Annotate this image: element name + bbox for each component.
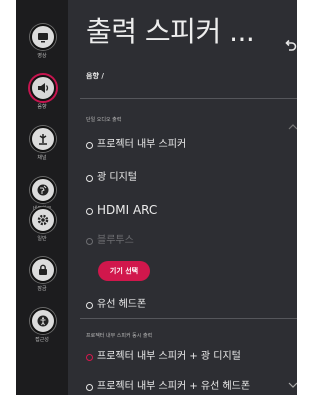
scroll-up-icon[interactable] [288,116,297,130]
divider [80,318,297,319]
sidebar-item-label: 일반 [37,236,47,242]
option-label: HDMI ARC [97,203,158,217]
sidebar-item-sound[interactable]: 음향 [16,75,68,119]
radio-button[interactable] [86,208,93,215]
gear-icon [30,207,56,233]
accessibility-icon [30,308,56,334]
antenna-icon [30,126,56,152]
sidebar-item-label: 채널 [37,155,47,161]
network-globe-icon [30,177,56,203]
sidebar-item-channel[interactable]: 채널 [16,126,68,170]
sound-icon [30,75,56,101]
sidebar-item-label: 접근성 [35,337,49,343]
scroll-down-icon[interactable] [288,374,297,388]
tv-settings-screen: 영상 음향 채널 네트워크 일반 [16,0,297,395]
option-label: 블루투스 [97,235,134,246]
radio-button[interactable] [86,354,93,361]
divider [80,98,297,99]
sidebar-item-lock[interactable]: 잠금 [16,257,68,301]
radio-button [86,238,93,245]
sidebar-item-accessibility[interactable]: 접근성 [16,308,68,352]
settings-sidebar: 영상 음향 채널 네트워크 일반 [16,0,68,395]
back-arrow-icon[interactable] [282,38,297,54]
sidebar-item-general[interactable]: 일반 [16,207,68,251]
sidebar-item-picture[interactable]: 영상 [16,24,68,68]
option-label: 유선 헤드폰 [97,299,147,310]
option-label: 광 디지털 [97,172,137,183]
option-label: 프로젝터 내부 스피커 [97,139,187,150]
select-device-button[interactable]: 기기 선택 [98,261,150,281]
page-title: 출력 스피커 ... [86,15,255,48]
radio-button[interactable] [86,302,93,309]
sound-output-panel: 출력 스피커 ... 음향 / 단일 오디오 출력 프로젝터 내부 스피커 광 … [68,0,297,395]
section-label-single-output: 단일 오디오 출력 [86,117,122,123]
option-label: 프로젝터 내부 스피커 + 광 디지털 [97,351,241,362]
option-label: 프로젝터 내부 스피커 + 유선 헤드폰 [97,381,251,392]
radio-button[interactable] [86,384,93,391]
section-label-combined-output: 프로젝터 내부 스피커 동시 출력 [86,333,153,339]
picture-icon [30,24,56,50]
breadcrumb: 음향 / [86,72,104,80]
sidebar-item-label: 음향 [37,104,47,110]
radio-button[interactable] [86,142,93,149]
lock-icon [30,257,56,283]
sidebar-item-label: 영상 [37,53,47,59]
radio-button[interactable] [86,175,93,182]
sidebar-item-label: 잠금 [37,286,47,292]
